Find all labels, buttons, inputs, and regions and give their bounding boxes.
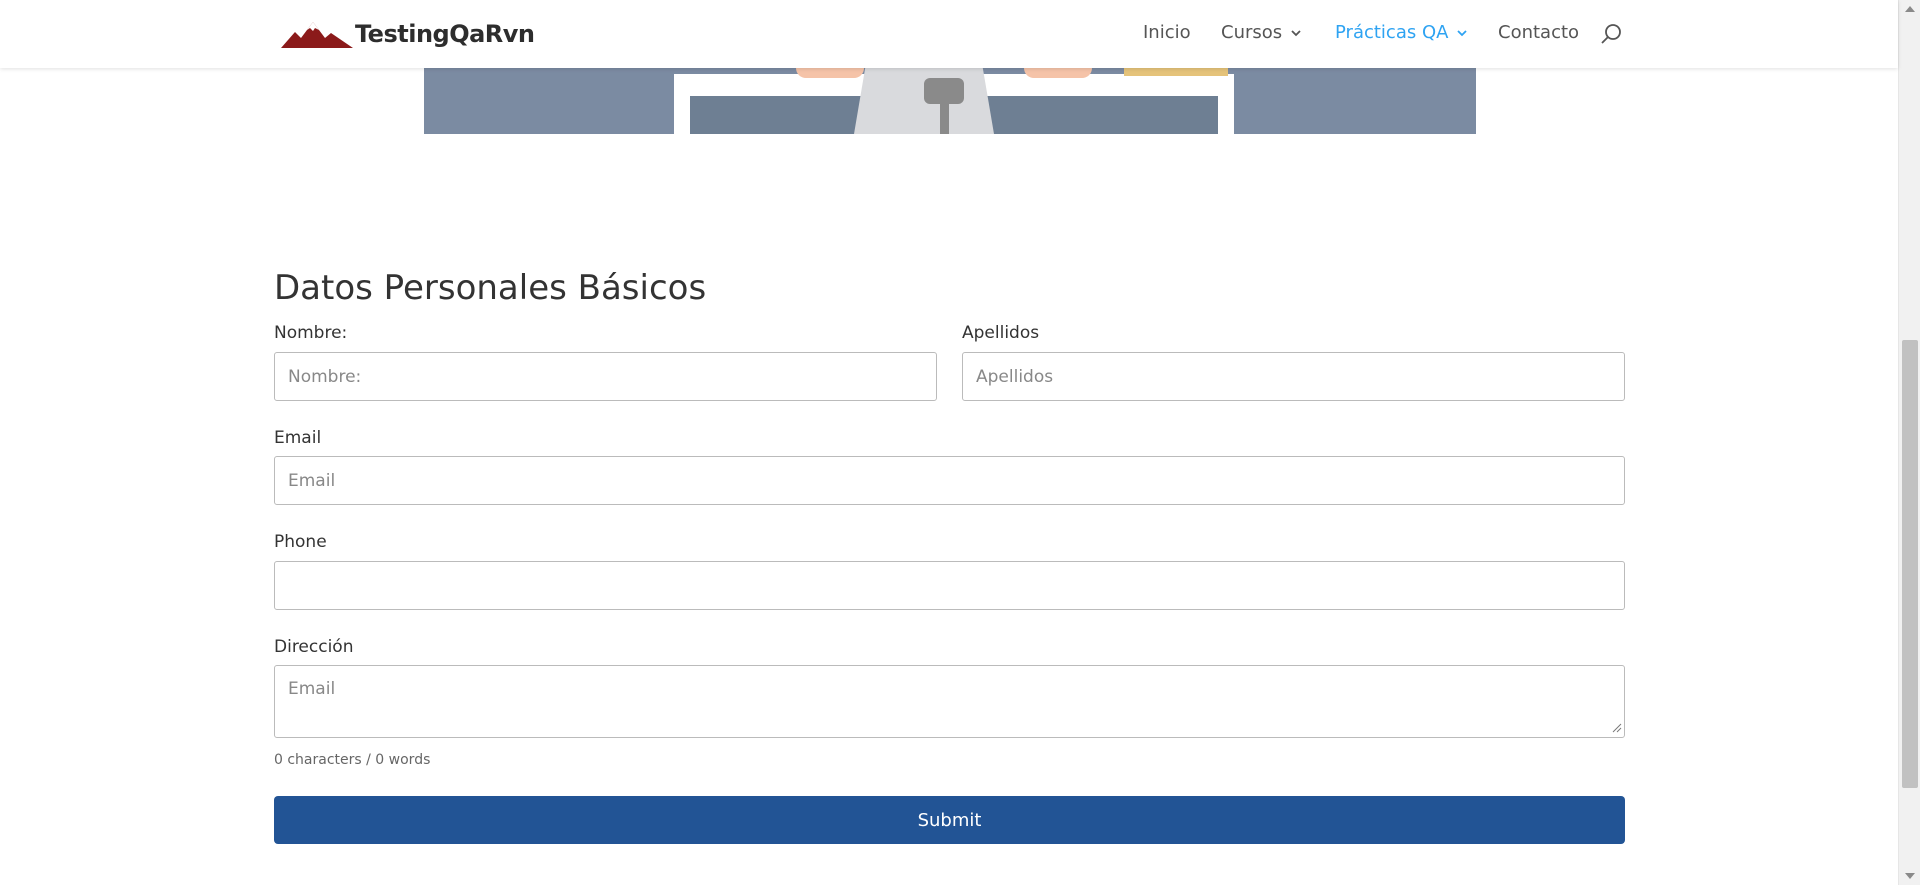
resize-handle-icon[interactable] [1612,723,1622,733]
mountain-logo-icon [281,22,353,48]
direccion-textarea[interactable] [274,665,1625,738]
illustration-paper [1124,68,1228,76]
site-logo[interactable]: TestingQaRvn [281,18,535,50]
nav-item-cursos[interactable]: Cursos [1221,22,1302,43]
apellidos-input[interactable] [962,352,1625,401]
scroll-down-arrow-icon[interactable] [1905,873,1915,879]
nav-item-practicas-qa[interactable]: Prácticas QA [1335,22,1468,43]
phone-label: Phone [274,532,327,552]
phone-input[interactable] [274,561,1625,610]
scrollbar-thumb[interactable] [1902,340,1918,788]
hero-illustration [424,68,1476,134]
chevron-down-icon [1457,29,1468,36]
illustration-hand-right [1024,68,1092,78]
email-input[interactable] [274,456,1625,505]
chevron-down-icon [1291,29,1301,36]
nombre-input[interactable] [274,352,937,401]
direccion-label: Dirección [274,637,354,657]
page-scrollbar[interactable] [1898,0,1920,885]
illustration-hand-left [796,68,864,78]
site-header: TestingQaRvn Inicio Cursos Prácticas QA … [0,0,1898,68]
search-icon[interactable] [1601,23,1623,45]
nav-item-label: Cursos [1221,22,1283,43]
apellidos-label: Apellidos [962,323,1040,343]
nav-item-contacto[interactable]: Contacto [1498,22,1579,43]
form-title: Datos Personales Básicos [274,268,707,308]
nav-item-label: Inicio [1143,22,1191,43]
scroll-up-arrow-icon[interactable] [1905,6,1915,12]
logo-text: TestingQaRvn [355,20,535,48]
nav-item-inicio[interactable]: Inicio [1143,22,1191,43]
nav-item-label: Prácticas QA [1335,22,1449,43]
nav-item-label: Contacto [1498,22,1580,43]
character-word-counter: 0 characters / 0 words [274,752,431,768]
nombre-label: Nombre: [274,323,348,343]
submit-button[interactable]: Submit [274,796,1625,844]
email-label: Email [274,428,322,448]
illustration-microphone-stand [940,100,949,134]
